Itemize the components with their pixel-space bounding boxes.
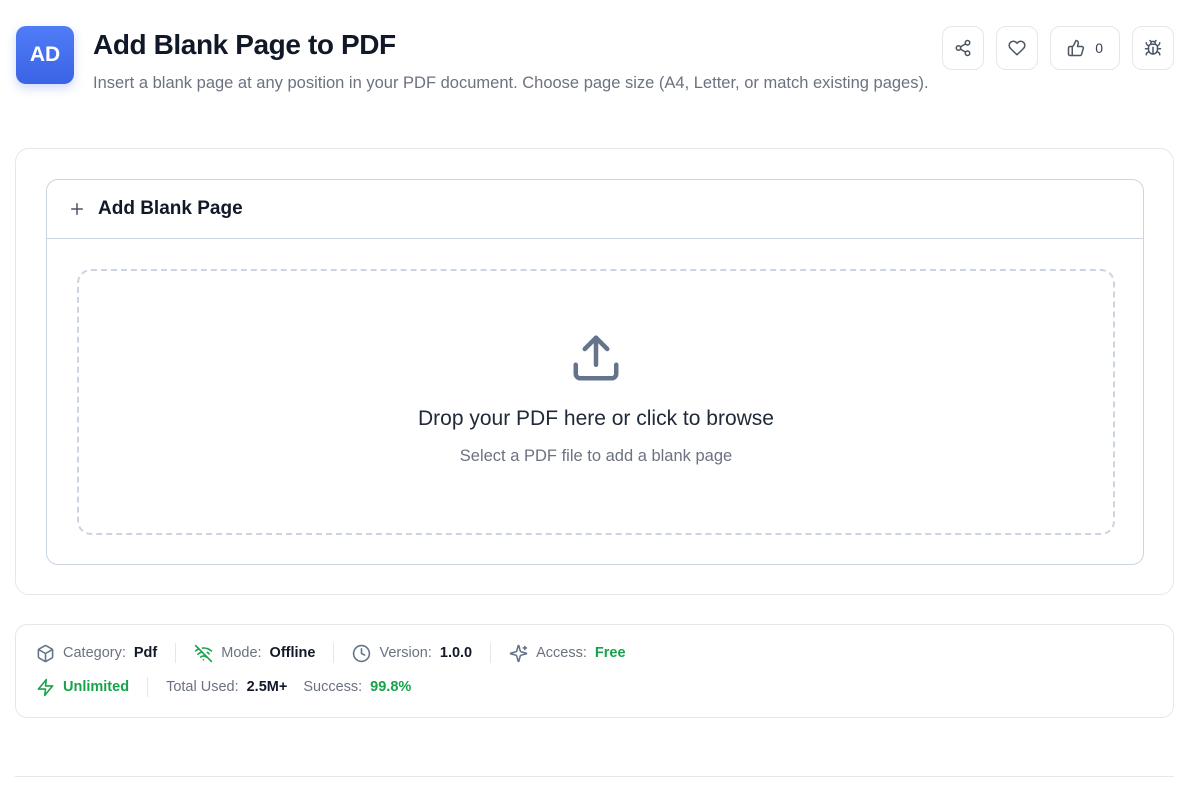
like-count: 0 <box>1095 40 1103 56</box>
clock-icon <box>353 644 371 662</box>
version-value: 1.0.0 <box>439 645 473 661</box>
tool-header: AD Add Blank Page to PDF Insert a blank … <box>16 26 1174 126</box>
wifi-off-icon <box>195 644 213 662</box>
footer-divider <box>15 776 1174 777</box>
access-info: Access: Free <box>509 644 626 663</box>
unlimited-text: Unlimited <box>63 679 130 695</box>
category-info: Category: Pdf <box>36 644 157 663</box>
tool-avatar: AD <box>16 26 74 84</box>
report-bug-button[interactable] <box>1132 26 1174 70</box>
unlimited-badge: Unlimited <box>36 678 129 697</box>
sparkles-icon <box>509 644 528 662</box>
version-info: Version: 1.0.0 <box>352 644 472 663</box>
divider <box>490 643 492 663</box>
plus-icon <box>71 203 83 215</box>
pdf-dropzone[interactable]: Drop your PDF here or click to browse Se… <box>77 269 1115 535</box>
access-value: Free <box>594 645 626 661</box>
add-blank-page-panel: Add Blank Page Drop your PDF here or cli… <box>46 179 1144 565</box>
divider <box>333 643 335 663</box>
panel-title: Add Blank Page <box>98 198 243 219</box>
bug-icon <box>1144 39 1162 56</box>
thumbs-up-icon <box>1067 39 1085 57</box>
total-used-value: 2.5M+ <box>246 679 288 695</box>
tool-card: Add Blank Page Drop your PDF here or cli… <box>15 148 1174 595</box>
header-actions: 0 <box>942 26 1174 70</box>
info-row-secondary: Unlimited Total Used: 2.5M+ Success: 99.… <box>36 677 411 697</box>
mode-value: Offline <box>269 645 316 661</box>
panel-header: Add Blank Page <box>47 180 1143 239</box>
box-icon <box>37 644 54 662</box>
total-used-info: Total Used: 2.5M+ <box>166 679 287 695</box>
lightning-icon <box>37 678 54 696</box>
mode-info: Mode: Offline <box>194 644 315 663</box>
divider <box>147 677 149 697</box>
upload-icon <box>573 335 619 381</box>
dropzone-subtitle: Select a PDF file to add a blank page <box>459 447 733 465</box>
favorite-button[interactable] <box>996 26 1039 70</box>
page-description: Insert a blank page at any position in y… <box>93 74 929 92</box>
page-title: Add Blank Page to PDF <box>93 29 396 60</box>
success-label: Success: <box>303 679 363 695</box>
version-label: Version: <box>379 645 432 661</box>
tool-info-card: Category: Pdf Mode: Offline Version: 1.0… <box>15 624 1174 718</box>
like-button[interactable]: 0 <box>1050 26 1120 70</box>
share-icon <box>955 39 971 57</box>
divider <box>175 643 177 663</box>
heart-icon <box>1008 40 1026 56</box>
category-value: Pdf <box>133 645 158 661</box>
access-label: Access: <box>536 645 587 661</box>
share-button[interactable] <box>942 26 985 70</box>
success-value: 99.8% <box>370 679 412 695</box>
dropzone-title: Drop your PDF here or click to browse <box>418 407 774 430</box>
info-row-primary: Category: Pdf Mode: Offline Version: 1.0… <box>36 643 626 663</box>
mode-label: Mode: <box>221 645 262 661</box>
category-label: Category: <box>63 645 126 661</box>
success-info: Success: 99.8% <box>303 679 411 695</box>
total-used-label: Total Used: <box>166 679 239 695</box>
